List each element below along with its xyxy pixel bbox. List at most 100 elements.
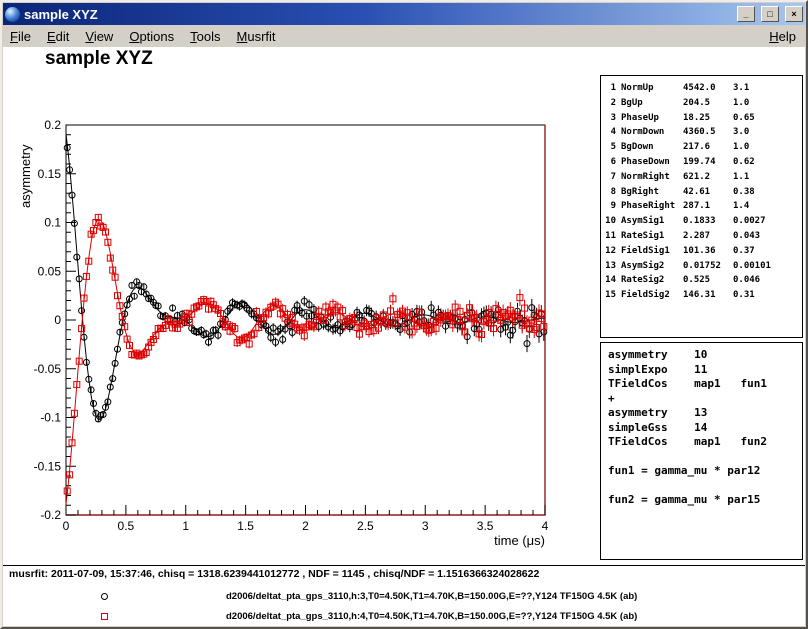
plot-area[interactable]: 00.511.522.533.54time (μs)0.20.150.10.05… xyxy=(3,47,598,559)
param-error: 0.043 xyxy=(733,229,802,244)
theory-line xyxy=(608,479,802,494)
param-name: BgRight xyxy=(621,185,683,200)
param-index: 3 xyxy=(605,111,621,126)
param-row-NormRight: 7NormRight621.21.1 xyxy=(605,170,802,185)
data-series-1 xyxy=(64,214,547,494)
maximize-button[interactable]: □ xyxy=(761,6,779,22)
param-value: 204.5 xyxy=(683,96,733,111)
menu-item-musrfit[interactable]: Musrfit xyxy=(237,29,276,44)
param-error: 1.4 xyxy=(733,199,802,214)
footer-divider xyxy=(3,565,805,566)
canvas-area: sample XYZ 00.511.522.533.54time (μs)0.2… xyxy=(3,47,805,626)
param-value: 4542.0 xyxy=(683,81,733,96)
minimize-button[interactable]: _ xyxy=(737,6,755,22)
param-index: 10 xyxy=(605,214,621,229)
param-index: 2 xyxy=(605,96,621,111)
param-index: 1 xyxy=(605,81,621,96)
svg-text:-0.05: -0.05 xyxy=(34,362,62,376)
param-name: PhaseDown xyxy=(621,155,683,170)
param-index: 4 xyxy=(605,125,621,140)
data-series-0 xyxy=(64,145,547,422)
param-error: 0.37 xyxy=(733,244,802,259)
param-name: NormRight xyxy=(621,170,683,185)
param-row-RateSig2: 14RateSig20.5250.046 xyxy=(605,273,802,288)
svg-text:0.05: 0.05 xyxy=(38,264,62,278)
param-row-AsymSig2: 13AsymSig20.017520.00101 xyxy=(605,259,802,274)
svg-text:-0.15: -0.15 xyxy=(34,459,62,473)
theory-line: TFieldCos map1 fun2 xyxy=(608,435,802,450)
param-error: 0.31 xyxy=(733,288,802,303)
plot-frame xyxy=(66,125,545,515)
menu-item-help[interactable]: Help xyxy=(769,29,796,44)
param-row-BgRight: 8BgRight42.610.38 xyxy=(605,185,802,200)
param-index: 13 xyxy=(605,259,621,274)
theory-line: simplExpo 11 xyxy=(608,363,802,378)
param-error: 1.0 xyxy=(733,96,802,111)
theory-line: + xyxy=(608,392,802,407)
param-index: 9 xyxy=(605,199,621,214)
param-name: BgDown xyxy=(621,140,683,155)
legend-label: d2006/deltat_pta_gps_3110,h:3,T0=4.50K,T… xyxy=(226,591,637,602)
menu-item-view[interactable]: View xyxy=(85,29,113,44)
param-name: AsymSig1 xyxy=(621,214,683,229)
param-row-PhaseDown: 6PhaseDown199.740.62 xyxy=(605,155,802,170)
theory-line: asymmetry 10 xyxy=(608,348,802,363)
menu-item-tools[interactable]: Tools xyxy=(190,29,220,44)
fit-status-line: musrfit: 2011-07-09, 15:37:46, chisq = 1… xyxy=(9,568,539,580)
legend-marker-circle-icon xyxy=(101,593,108,600)
param-error: 1.1 xyxy=(733,170,802,185)
menu-item-file[interactable]: File xyxy=(10,29,31,44)
param-row-RateSig1: 11RateSig12.2870.043 xyxy=(605,229,802,244)
param-index: 8 xyxy=(605,185,621,200)
param-value: 0.1833 xyxy=(683,214,733,229)
svg-text:0.1: 0.1 xyxy=(44,216,61,230)
theory-box: asymmetry 10simplExpo 11 TFieldCos map1 f… xyxy=(600,342,803,560)
legend-marker-square-icon xyxy=(101,613,108,620)
param-name: NormUp xyxy=(621,81,683,96)
param-name: PhaseRight xyxy=(621,199,683,214)
svg-text:0.5: 0.5 xyxy=(118,519,135,533)
param-row-AsymSig1: 10AsymSig10.18330.0027 xyxy=(605,214,802,229)
param-index: 12 xyxy=(605,244,621,259)
parameter-box: 1NormUp4542.03.12BgUp204.51.03PhaseUp18.… xyxy=(600,75,803,338)
svg-text:1: 1 xyxy=(182,519,189,533)
param-row-BgDown: 5BgDown217.61.0 xyxy=(605,140,802,155)
param-name: AsymSig2 xyxy=(621,259,683,274)
x-axis: 00.511.522.533.54time (μs) xyxy=(63,505,549,548)
param-index: 15 xyxy=(605,288,621,303)
param-value: 146.31 xyxy=(683,288,733,303)
menu-item-edit[interactable]: Edit xyxy=(47,29,69,44)
svg-text:0: 0 xyxy=(54,313,61,327)
param-name: NormDown xyxy=(621,125,683,140)
window-title: sample XYZ xyxy=(24,7,731,22)
app-icon xyxy=(5,7,20,22)
param-row-NormDown: 4NormDown4360.53.0 xyxy=(605,125,802,140)
svg-text:3: 3 xyxy=(422,519,429,533)
param-name: BgUp xyxy=(621,96,683,111)
param-error: 0.65 xyxy=(733,111,802,126)
y-axis-label: asymmetry xyxy=(18,144,33,208)
param-index: 6 xyxy=(605,155,621,170)
param-name: FieldSig1 xyxy=(621,244,683,259)
param-index: 7 xyxy=(605,170,621,185)
param-value: 0.525 xyxy=(683,273,733,288)
param-value: 199.74 xyxy=(683,155,733,170)
param-value: 0.01752 xyxy=(683,259,733,274)
param-name: RateSig2 xyxy=(621,273,683,288)
svg-text:0: 0 xyxy=(63,519,70,533)
param-error: 0.046 xyxy=(733,273,802,288)
legend-entry: d2006/deltat_pta_gps_3110,h:3,T0=4.50K,T… xyxy=(3,590,805,602)
legend-entry: d2006/deltat_pta_gps_3110,h:4,T0=4.50K,T… xyxy=(3,610,805,622)
param-error: 0.62 xyxy=(733,155,802,170)
param-name: PhaseUp xyxy=(621,111,683,126)
param-error: 1.0 xyxy=(733,140,802,155)
param-error: 3.0 xyxy=(733,125,802,140)
close-button[interactable]: × xyxy=(785,6,803,22)
menu-item-options[interactable]: Options xyxy=(129,29,174,44)
param-name: FieldSig2 xyxy=(621,288,683,303)
app-window: sample XYZ _ □ × File Edit View Options Tool… xyxy=(0,0,808,629)
title-bar[interactable]: sample XYZ _ □ × xyxy=(3,3,805,25)
param-value: 4360.5 xyxy=(683,125,733,140)
param-error: 0.0027 xyxy=(733,214,802,229)
theory-line: asymmetry 13 xyxy=(608,406,802,421)
